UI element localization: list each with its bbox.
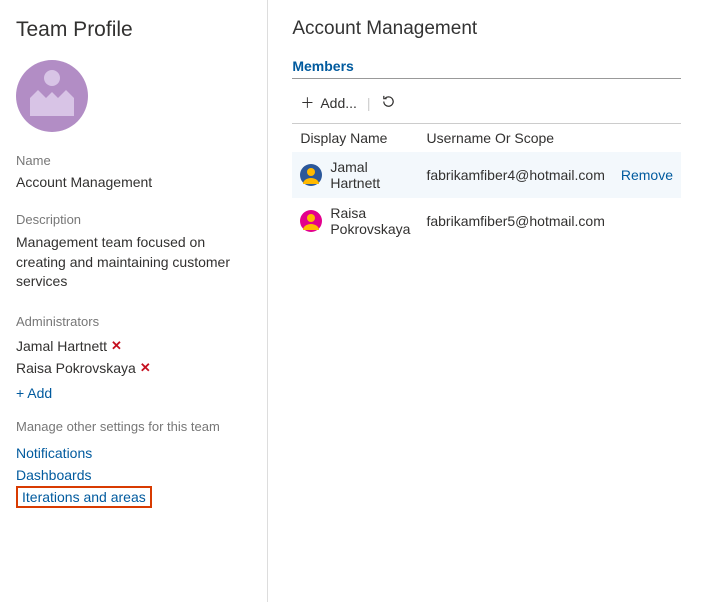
avatar (300, 164, 322, 186)
administrators-label: Administrators (16, 314, 251, 329)
avatar (300, 210, 322, 232)
member-name: Jamal Hartnett (330, 159, 410, 191)
remove-admin-icon[interactable]: ✕ (140, 360, 151, 376)
member-email: fabrikamfiber4@hotmail.com (418, 152, 612, 198)
table-row[interactable]: Jamal Hartnett fabrikamfiber4@hotmail.co… (292, 152, 681, 198)
admin-name: Jamal Hartnett (16, 338, 107, 354)
members-table: Display Name Username Or Scope Jamal Har… (292, 123, 681, 244)
table-row[interactable]: Raisa Pokrovskaya fabrikamfiber5@hotmail… (292, 198, 681, 244)
add-admin-button[interactable]: + Add (16, 385, 52, 401)
sidebar-title: Team Profile (16, 18, 251, 42)
settings-links: Notifications Dashboards Iterations and … (16, 442, 251, 508)
remove-admin-icon[interactable]: ✕ (111, 338, 122, 354)
members-toolbar: ＋ Add... | (292, 85, 681, 123)
member-name: Raisa Pokrovskaya (330, 205, 410, 237)
page-title: Account Management (292, 18, 681, 40)
add-button-label: Add... (320, 95, 357, 111)
col-display-name[interactable]: Display Name (292, 124, 418, 153)
add-member-button[interactable]: ＋ Add... (300, 93, 357, 113)
team-avatar (16, 60, 251, 135)
admin-item: Raisa Pokrovskaya ✕ (16, 357, 251, 379)
name-value: Account Management (16, 174, 251, 190)
toolbar-separator: | (367, 95, 371, 111)
manage-settings-label: Manage other settings for this team (16, 419, 251, 434)
administrators-list: Jamal Hartnett ✕ Raisa Pokrovskaya ✕ (16, 335, 251, 379)
main-panel: Account Management Members ＋ Add... | Di… (268, 0, 701, 602)
refresh-button[interactable] (381, 94, 396, 112)
description-value: Management team focused on creating and … (16, 233, 251, 292)
iterations-and-areas-link[interactable]: Iterations and areas (22, 486, 146, 508)
iterations-highlight: Iterations and areas (16, 486, 152, 508)
dashboards-link[interactable]: Dashboards (16, 464, 251, 486)
members-tab[interactable]: Members (292, 58, 353, 74)
col-actions (613, 124, 681, 153)
description-label: Description (16, 212, 251, 227)
divider (292, 78, 681, 79)
admin-item: Jamal Hartnett ✕ (16, 335, 251, 357)
member-email: fabrikamfiber5@hotmail.com (418, 198, 612, 244)
admin-name: Raisa Pokrovskaya (16, 360, 136, 376)
col-username[interactable]: Username Or Scope (418, 124, 612, 153)
notifications-link[interactable]: Notifications (16, 442, 251, 464)
name-label: Name (16, 153, 251, 168)
plus-icon: ＋ (300, 93, 314, 113)
refresh-icon (381, 94, 396, 112)
team-profile-sidebar: Team Profile Name Account Management Des… (0, 0, 268, 602)
remove-member-button[interactable]: Remove (613, 152, 681, 198)
